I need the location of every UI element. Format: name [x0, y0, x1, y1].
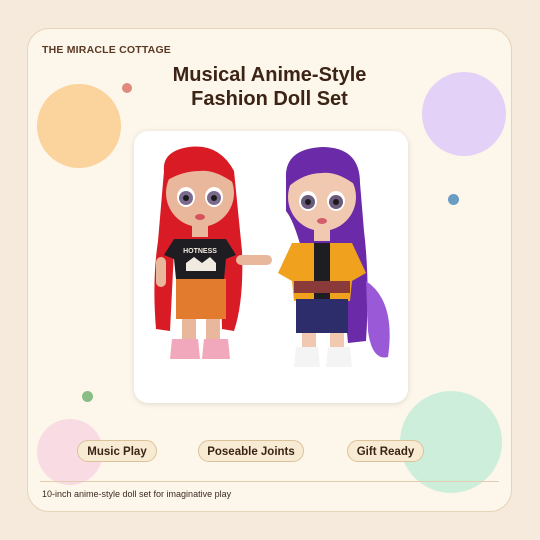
- feature-badge-music-play: Music Play: [77, 440, 157, 462]
- title-line-2: Fashion Doll Set: [191, 88, 348, 110]
- brand-name: THE MIRACLE COTTAGE: [42, 44, 172, 56]
- product-title: Musical Anime-Style Fashion Doll Set: [28, 63, 511, 111]
- feature-badge-poseable-joints: Poseable Joints: [198, 440, 304, 462]
- doll-shirt-text: HOTNESS: [183, 248, 217, 255]
- title-line-1: Musical Anime-Style: [172, 64, 367, 86]
- decor-dot-green: [82, 391, 93, 402]
- doll-left: HOTNESS: [154, 146, 272, 359]
- decor-dot-blue: [448, 194, 459, 205]
- product-card: THE MIRACLE COTTAGE Musical Anime-Style …: [27, 28, 512, 512]
- doll-illustration: HOTNESS: [154, 146, 390, 367]
- product-caption: 10-inch anime-style doll set for imagina…: [42, 489, 232, 499]
- doll-right: [278, 147, 390, 367]
- product-photo: HOTNESS: [134, 131, 408, 403]
- feature-badge-gift-ready: Gift Ready: [347, 440, 424, 462]
- divider: [40, 481, 499, 482]
